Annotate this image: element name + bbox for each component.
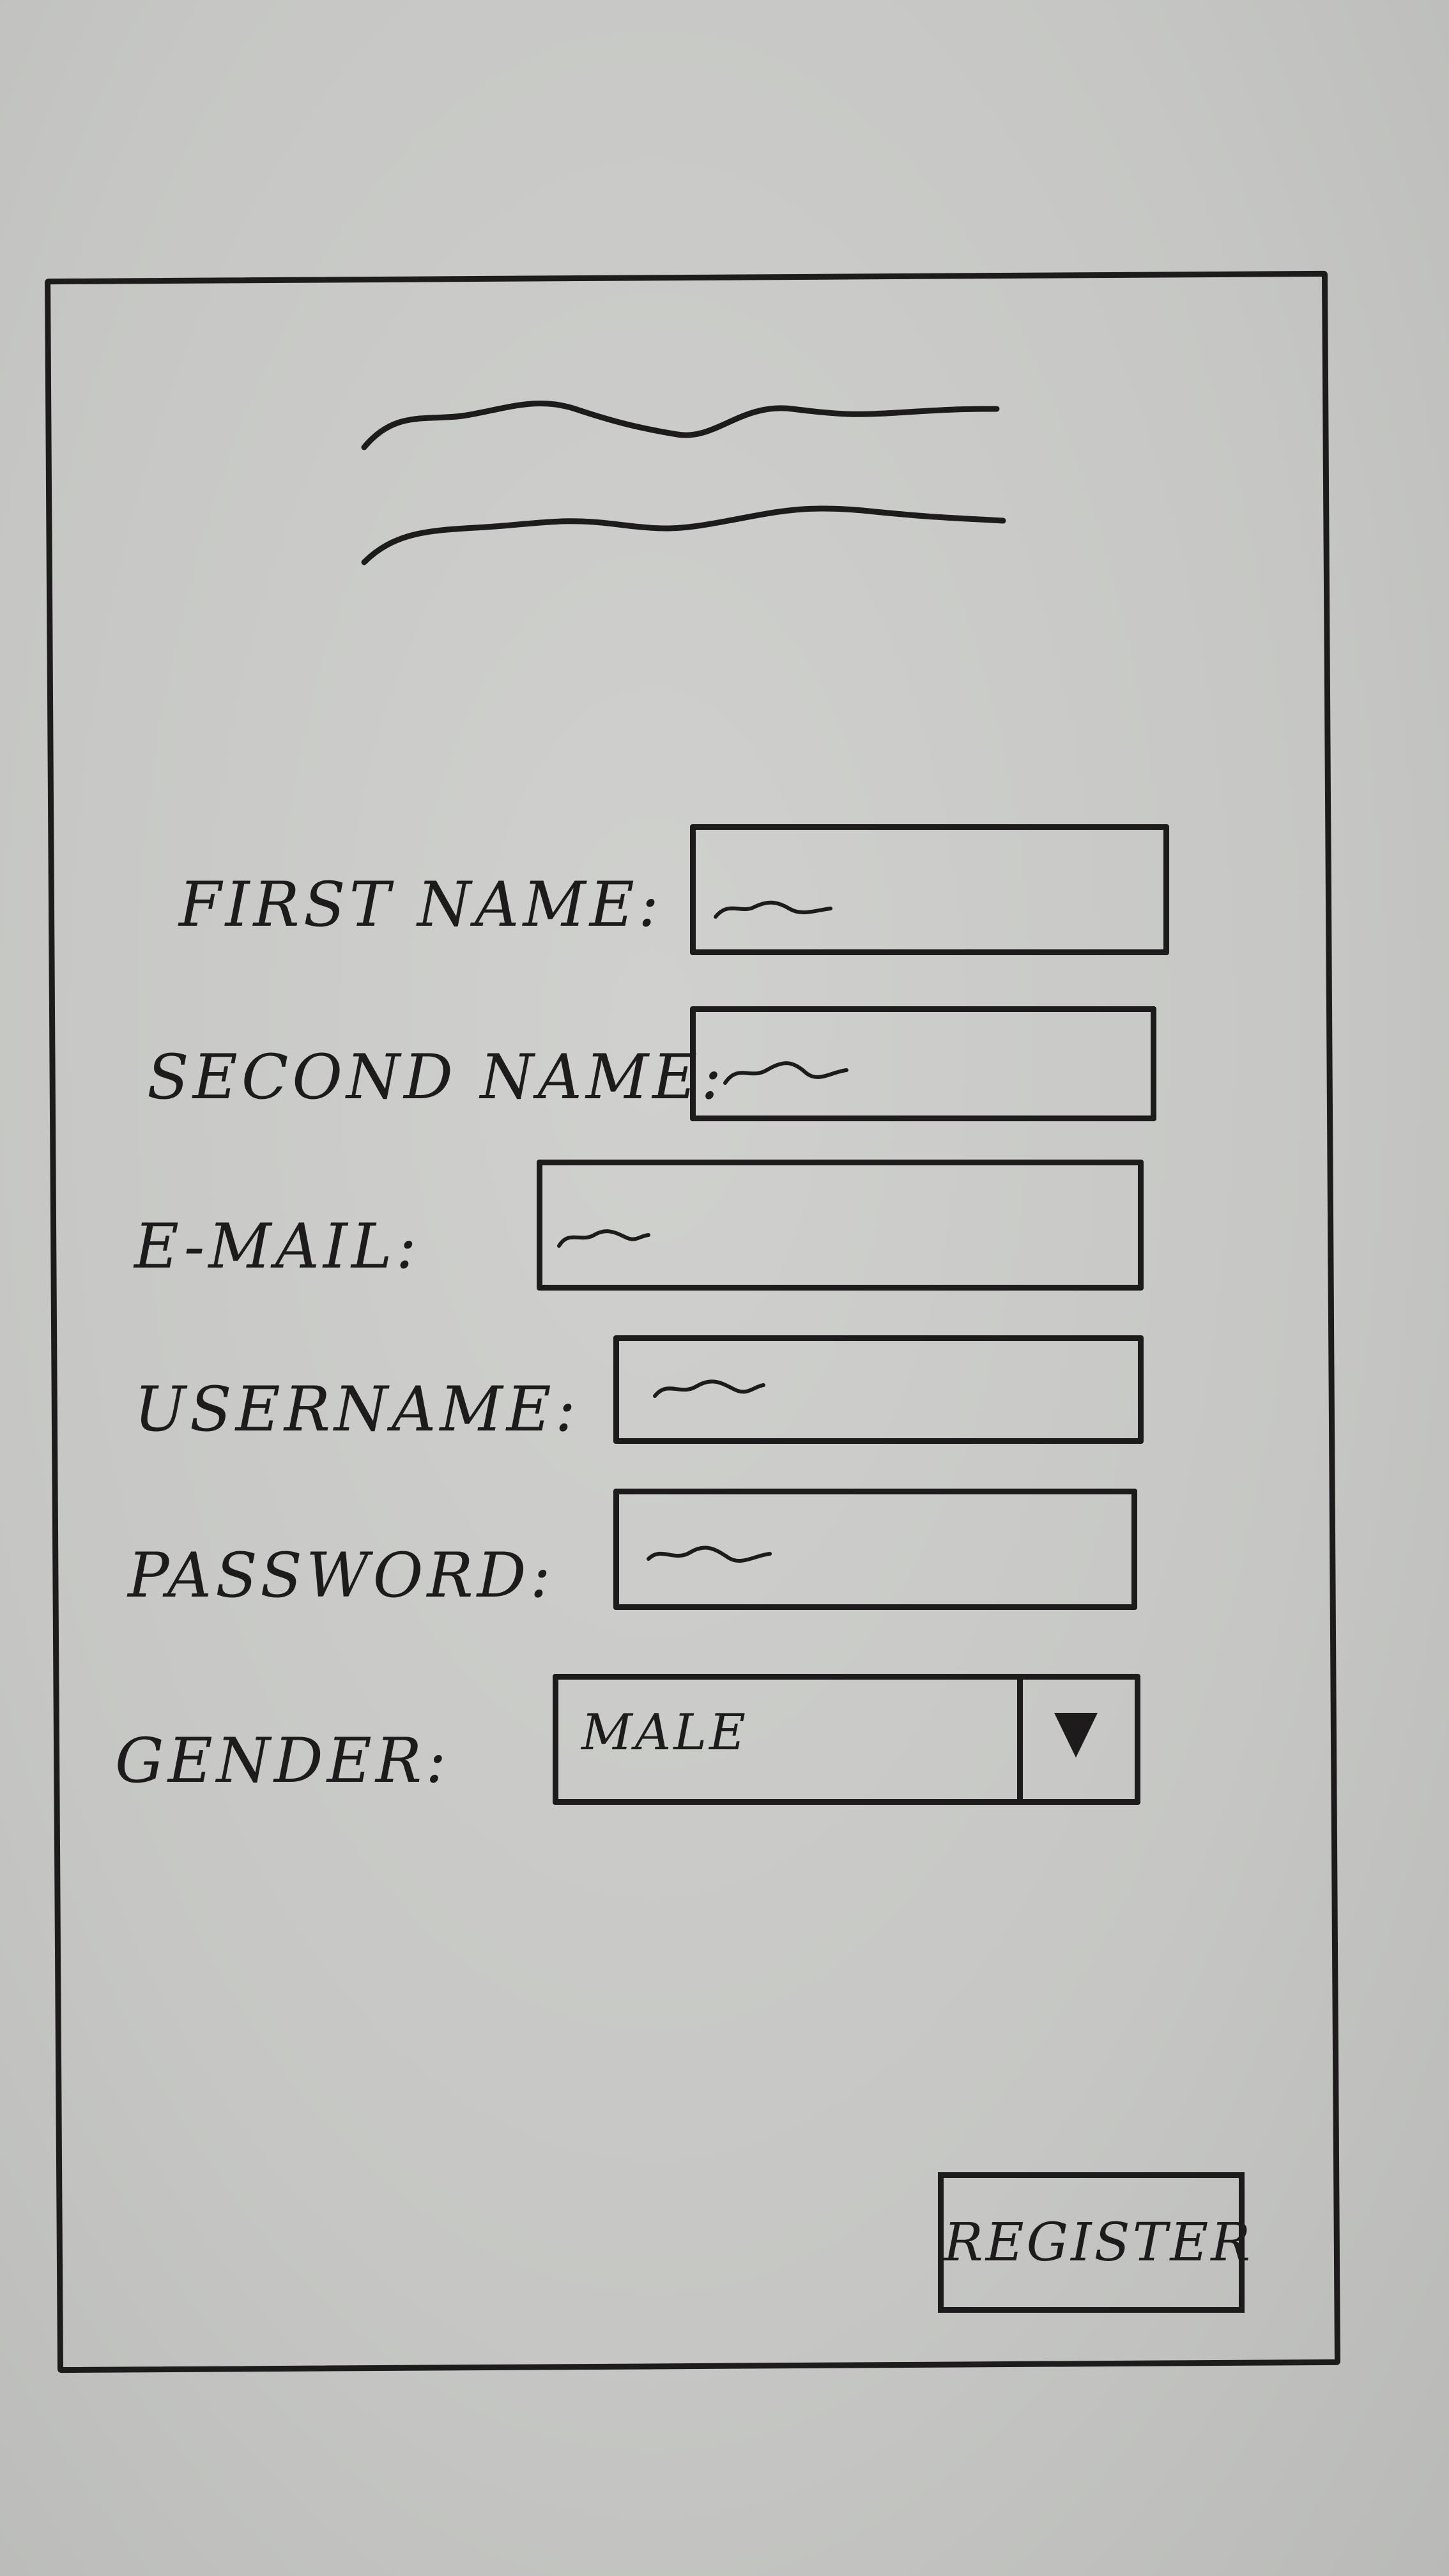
gender-selected-value: MALE — [581, 1704, 748, 1761]
second-name-input[interactable] — [690, 1006, 1156, 1121]
select-divider — [1017, 1680, 1023, 1799]
gender-label: GENDER: — [115, 1725, 450, 1797]
first-name-label: FIRST NAME: — [179, 869, 663, 940]
email-label: E-MAIL: — [134, 1211, 420, 1282]
triangle-down-icon[interactable] — [1054, 1713, 1098, 1758]
password-input[interactable] — [613, 1489, 1137, 1610]
register-button[interactable]: REGISTER — [938, 2172, 1250, 2313]
username-input[interactable] — [613, 1335, 1144, 1444]
email-input[interactable] — [537, 1160, 1144, 1291]
gender-select[interactable]: MALE — [553, 1674, 1140, 1805]
username-label: USERNAME: — [134, 1374, 580, 1445]
second-name-label: SECOND NAME: — [147, 1041, 726, 1113]
device-frame — [45, 270, 1340, 2373]
first-name-input[interactable] — [690, 824, 1169, 955]
header-squiggle-icon — [361, 400, 1006, 565]
password-label: PASSWORD: — [128, 1540, 555, 1611]
